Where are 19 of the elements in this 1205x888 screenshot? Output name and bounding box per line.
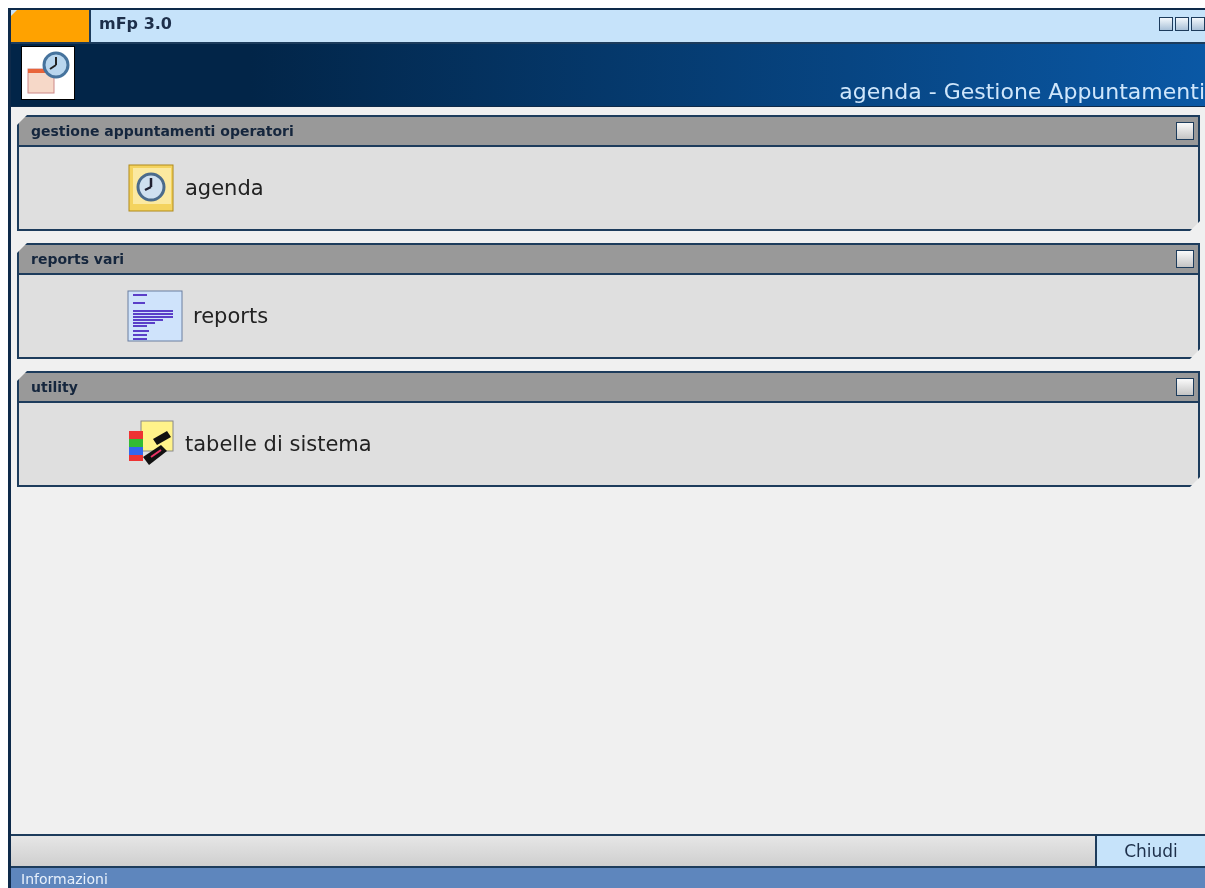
- section-toggle-button[interactable]: [1176, 250, 1194, 268]
- window-button[interactable]: [1159, 17, 1173, 31]
- menu-item[interactable]: agenda: [127, 163, 264, 213]
- window-title: mFp 3.0: [98, 13, 173, 35]
- calendar-clock-icon: [21, 46, 75, 100]
- menu-item[interactable]: reports: [127, 290, 269, 342]
- section-title: gestione appuntamenti operatori: [31, 123, 294, 139]
- window-button[interactable]: [1191, 17, 1205, 31]
- close-button[interactable]: Chiudi: [1095, 836, 1205, 866]
- section-title: reports vari: [31, 251, 125, 267]
- window-button[interactable]: [1175, 17, 1189, 31]
- menu-item[interactable]: tabelle di sistema: [127, 419, 372, 469]
- section-title: utility: [31, 379, 78, 395]
- page-title: agenda - Gestione Appuntamenti: [839, 79, 1205, 106]
- document-icon: [127, 290, 183, 342]
- section-toggle-button[interactable]: [1176, 122, 1194, 140]
- clock-icon: [127, 163, 175, 213]
- section-toggle-button[interactable]: [1176, 378, 1194, 396]
- status-bar: Informazioni: [11, 868, 1205, 888]
